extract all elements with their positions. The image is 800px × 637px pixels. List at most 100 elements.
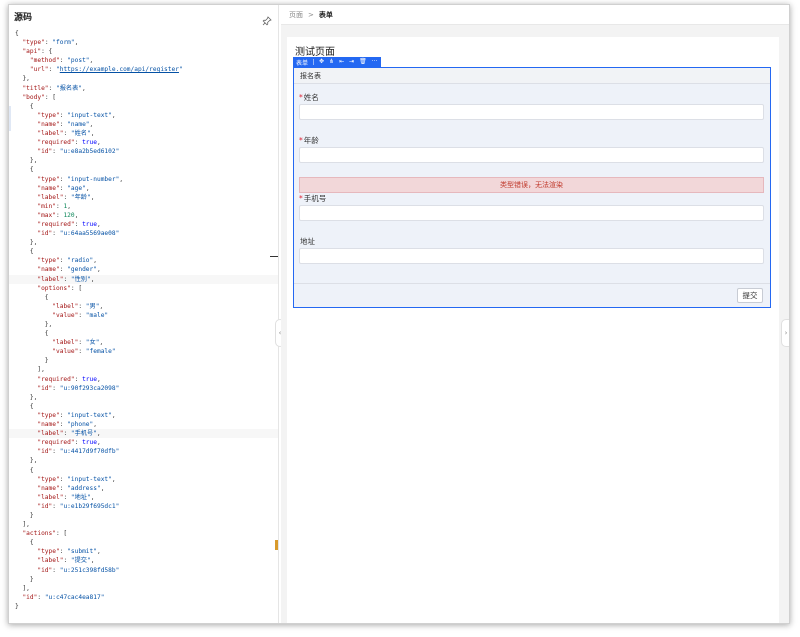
- code-token: "name": [37, 421, 60, 429]
- code-token: ,: [93, 257, 97, 265]
- code-line: {: [9, 538, 278, 547]
- code-line: ],: [9, 584, 278, 593]
- scrollbar-marker[interactable]: [275, 540, 278, 550]
- form-component[interactable]: 报名表 *姓名 *年龄 类型错误，无法渲染 *手机号 地址 提交: [293, 67, 771, 308]
- submit-button[interactable]: 提交: [737, 288, 763, 303]
- code-line: "label": "地址",: [9, 493, 278, 502]
- code-token: :: [48, 66, 56, 74]
- insert-before-icon[interactable]: ⇤: [339, 57, 344, 67]
- code-token: "label": [52, 339, 79, 347]
- code-token: ,: [90, 557, 95, 565]
- code-token: "id": [37, 230, 53, 238]
- code-token: ,: [93, 421, 97, 429]
- code-line: "label": "姓名",: [9, 129, 278, 138]
- code-token: true: [82, 439, 97, 447]
- source-panel-header: 源码: [9, 5, 278, 27]
- code-line: "body": [: [9, 93, 278, 102]
- code-token: }: [15, 575, 34, 583]
- code-token: },: [15, 75, 30, 83]
- collapse-right-panel-button[interactable]: ›: [781, 319, 789, 347]
- code-token: :: [78, 311, 86, 319]
- form-footer: 提交: [294, 283, 770, 307]
- code-token: "label": [37, 275, 64, 283]
- code-token: ,: [99, 339, 104, 347]
- form-header: 报名表: [294, 68, 770, 84]
- source-panel: 源码 { "type": "form", "api": { "method": …: [9, 5, 279, 623]
- code-line: },: [9, 456, 278, 465]
- code-line: "min": 1,: [9, 202, 278, 211]
- code-token: "label": [37, 430, 64, 438]
- field-label-text: 地址: [300, 237, 315, 246]
- code-token: :: [52, 448, 60, 456]
- code-line: "required": true,: [9, 438, 278, 447]
- code-token: "id": [37, 566, 53, 574]
- code-line: "value": "male": [9, 311, 278, 320]
- code-token: },: [15, 239, 38, 247]
- code-line: ],: [9, 520, 278, 529]
- age-input[interactable]: [299, 147, 764, 163]
- code-token: "method": [29, 57, 60, 65]
- phone-input[interactable]: [299, 205, 764, 221]
- preview-page: 测试页面 表单 ✥ ⋔ ⇤ ⇥ 🗑 ··· 报名表 *姓名 *年龄 类型错误，无…: [287, 37, 779, 623]
- code-token: :: [63, 430, 71, 438]
- breadcrumb: 页面 > 表单: [281, 5, 789, 25]
- code-line: }: [9, 602, 278, 611]
- app-window: 源码 { "type": "form", "api": { "method": …: [8, 4, 790, 624]
- code-line: "label": "年龄",: [9, 193, 278, 202]
- delete-icon[interactable]: 🗑: [359, 57, 367, 67]
- code-token: "id": [37, 502, 53, 510]
- name-input[interactable]: [299, 104, 764, 120]
- code-line: "url": "https://example.com/api/register…: [9, 65, 278, 74]
- code-token: ": [178, 66, 183, 74]
- code-line: "options": [: [9, 284, 278, 293]
- code-token: ,: [67, 202, 71, 210]
- code-token: "u:90f293ca2098": [59, 384, 120, 392]
- code-token: {: [15, 293, 49, 301]
- code-token: "input-text": [67, 475, 112, 483]
- tree-icon[interactable]: ⋔: [329, 57, 334, 67]
- move-icon[interactable]: ✥: [319, 57, 324, 67]
- code-token: : [: [44, 93, 56, 101]
- code-token: "name": [37, 184, 60, 192]
- field-name: *姓名: [299, 92, 764, 120]
- code-token: },: [15, 157, 38, 165]
- code-token: : [: [70, 284, 83, 292]
- code-token: "input-number": [67, 175, 120, 183]
- breadcrumb-current: 表单: [318, 10, 333, 19]
- field-phone: *手机号: [299, 193, 764, 221]
- code-token: "报名表": [55, 84, 82, 92]
- code-token: true: [82, 220, 97, 228]
- code-line: "id": "u:90f293ca2098": [9, 384, 278, 393]
- pin-icon[interactable]: [262, 11, 272, 26]
- code-token: :: [63, 275, 71, 283]
- code-editor[interactable]: { "type": "form", "api": { "method": "po…: [9, 29, 278, 623]
- code-token: "female": [85, 348, 116, 356]
- more-icon[interactable]: ···: [372, 57, 378, 67]
- code-token: ],: [15, 584, 30, 592]
- code-token: :: [52, 148, 60, 156]
- address-input[interactable]: [299, 248, 764, 264]
- code-token: :: [63, 557, 71, 565]
- code-token: "radio": [67, 257, 94, 265]
- code-token: : [: [55, 530, 68, 538]
- code-line: {: [9, 247, 278, 256]
- code-token: ,: [111, 411, 116, 419]
- required-mark: *: [299, 136, 303, 145]
- code-token: ,: [74, 39, 79, 47]
- code-token: "type": [37, 257, 60, 265]
- code-line: "type": "input-number",: [9, 175, 278, 184]
- code-token: "value": [52, 348, 79, 356]
- code-token: }: [15, 511, 34, 519]
- code-line: "id": "u:c47cac4ea817": [9, 593, 278, 602]
- insert-after-icon[interactable]: ⇥: [349, 57, 354, 67]
- breadcrumb-root[interactable]: 页面: [289, 10, 303, 20]
- code-token: :: [74, 439, 83, 447]
- code-line: "id": "u:64aa5569ae08": [9, 229, 278, 238]
